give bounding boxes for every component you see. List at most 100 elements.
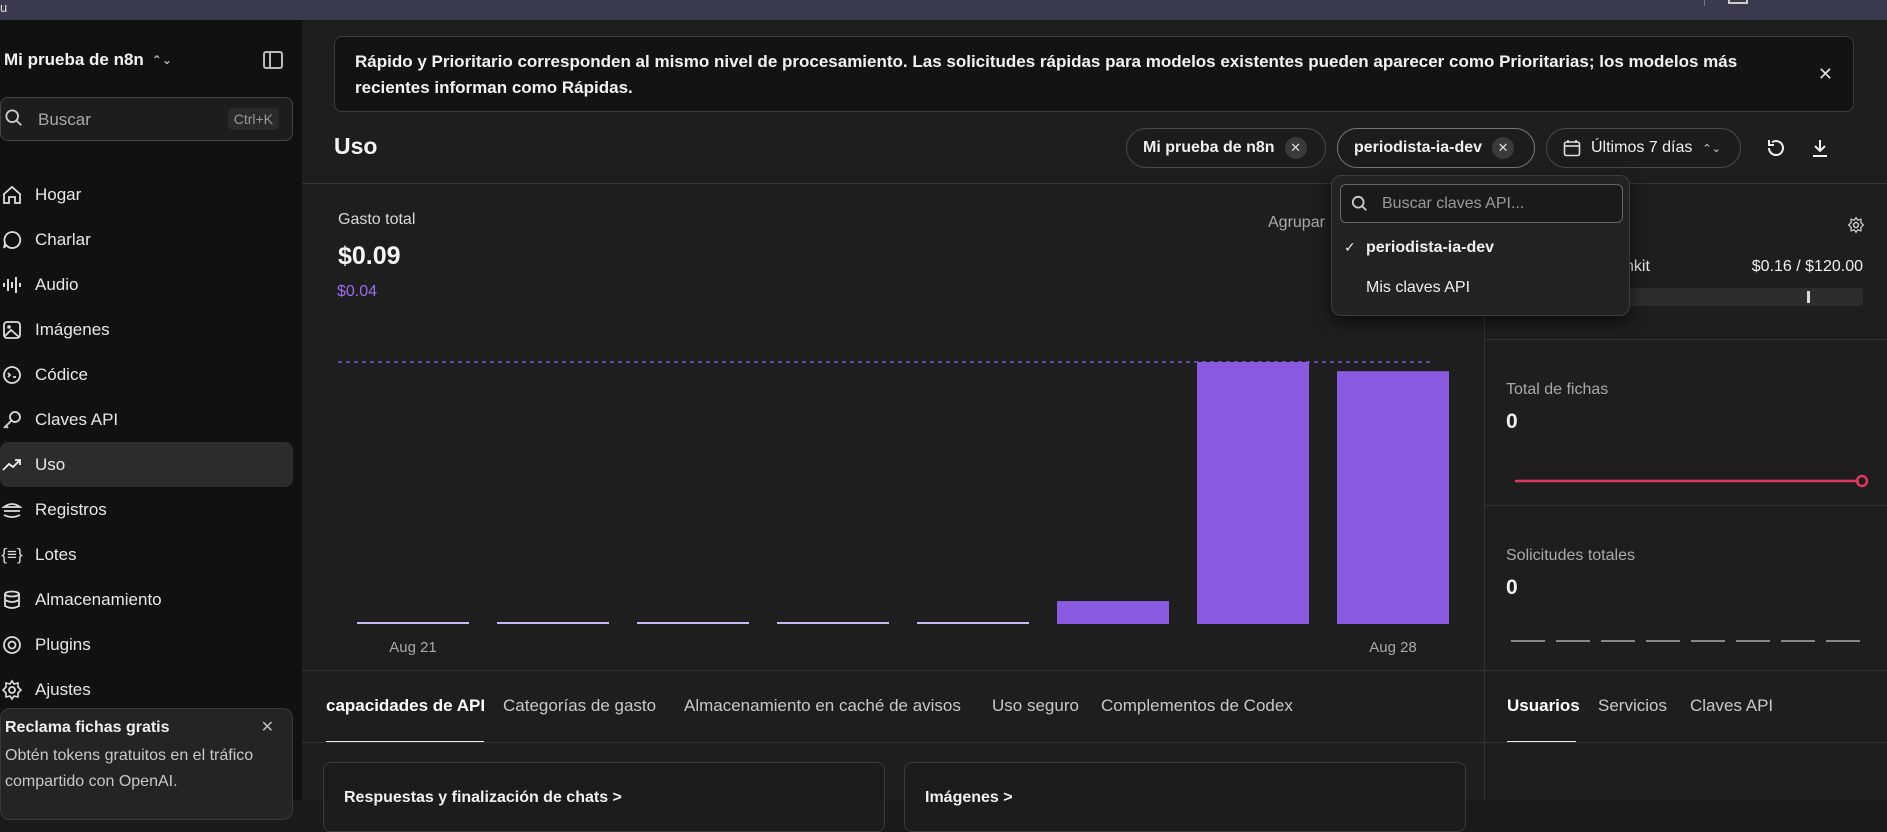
gear-icon <box>1 679 23 700</box>
search-placeholder: Buscar <box>38 110 91 129</box>
spend-bar-chart: Aug 21 Aug 28 <box>338 361 1449 656</box>
dropdown-option[interactable]: Mis claves API <box>1344 279 1470 297</box>
bar-aug-27[interactable] <box>1197 362 1309 624</box>
refresh-icon <box>1767 140 1784 157</box>
tab-capacidades-api[interactable]: capacidades de API <box>326 696 485 716</box>
sidebar-item-ajustes[interactable]: Ajustes <box>0 667 293 712</box>
banner-text: Rápido y Prioritario corresponden al mis… <box>355 52 1738 97</box>
download-icon <box>1813 140 1827 157</box>
info-banner: Rápido y Prioritario corresponden al mis… <box>334 36 1854 112</box>
api-key-search-input[interactable]: Buscar claves API... <box>1340 184 1623 223</box>
project-switcher[interactable]: Mi prueba de n8n ⌃⌄ <box>4 50 172 70</box>
chevron-updown-icon: ⌃⌄ <box>1702 142 1721 155</box>
tab-cache-avisos[interactable]: Almacenamiento en caché de avisos <box>684 696 961 716</box>
chip-label: Mi prueba de n8n <box>1143 139 1275 156</box>
promo-card: Reclama fichas gratis Obtén tokens gratu… <box>0 708 293 820</box>
sidebar-item-imagenes[interactable]: Imágenes <box>0 307 293 352</box>
sidebar-item-charlar[interactable]: Charlar <box>0 217 293 262</box>
sidebar-item-label: Audio <box>35 274 79 294</box>
panel-divider <box>1485 505 1887 506</box>
sidebar-item-label: Almacenamiento <box>35 589 162 609</box>
plugin-icon <box>3 635 21 654</box>
project-name: Mi prueba de n8n <box>4 50 144 69</box>
sidebar-item-hogar[interactable]: Hogar <box>0 172 293 217</box>
check-icon: ✓ <box>1344 239 1356 255</box>
titlebar-glyph: u <box>0 0 8 15</box>
responses-card[interactable]: Respuestas y finalización de chats > <box>323 762 885 832</box>
braces-icon: {≡} <box>1 544 23 564</box>
api-key-filter-chip[interactable]: periodista-ia-dev ✕ <box>1337 128 1535 168</box>
tab-claves-api[interactable]: Claves API <box>1690 696 1773 716</box>
sidebar-item-lotes[interactable]: {≡} Lotes <box>0 532 293 577</box>
group-by-button[interactable]: Agrupar <box>1268 214 1325 232</box>
sidebar: Mi prueba de n8n ⌃⌄ Buscar Ctrl+K Hogar … <box>0 20 302 820</box>
search-placeholder: Buscar claves API... <box>1382 195 1525 212</box>
sidebar-search[interactable]: Buscar Ctrl+K <box>0 97 293 141</box>
tab-servicios[interactable]: Servicios <box>1598 696 1667 716</box>
total-spend-value: $0.09 <box>338 242 401 270</box>
date-range-picker[interactable]: Últimos 7 días ⌃⌄ <box>1546 128 1741 168</box>
sidebar-item-plugins[interactable]: Plugins <box>0 622 293 667</box>
sidebar-item-audio[interactable]: Audio <box>0 262 293 307</box>
x-tick-label: Aug 21 <box>389 639 437 656</box>
image-icon <box>3 320 21 339</box>
sidebar-item-label: Códice <box>35 364 88 384</box>
bar-aug-21[interactable] <box>357 622 469 624</box>
tokens-value: 0 <box>1506 410 1518 433</box>
panel-divider <box>1485 339 1887 340</box>
tab-uso-seguro[interactable]: Uso seguro <box>992 696 1079 716</box>
bar-aug-23[interactable] <box>637 622 749 624</box>
bar-aug-24[interactable] <box>777 622 889 624</box>
sidebar-item-label: Imágenes <box>35 319 110 339</box>
sidebar-item-label: Plugins <box>35 634 91 654</box>
bar-aug-25[interactable] <box>917 622 1029 624</box>
sidebar-item-uso[interactable]: Uso <box>0 442 293 487</box>
bar-aug-26[interactable] <box>1057 601 1169 624</box>
dropdown-option[interactable]: ✓ periodista-ia-dev <box>1344 239 1494 257</box>
refresh-button[interactable] <box>1762 134 1790 162</box>
sidebar-item-claves-api[interactable]: Claves API <box>0 397 293 442</box>
spend-chart-panel: Gasto total $0.09 $0.04 Agrupar Aug 21 Au… <box>302 184 1485 670</box>
chevron-updown-icon: ⌃⌄ <box>151 53 172 67</box>
main-content: Rápido y Prioritario corresponden al mis… <box>302 20 1887 832</box>
tabs-divider <box>302 742 1887 743</box>
audio-icon <box>3 276 21 293</box>
option-label: Mis claves API <box>1366 279 1471 296</box>
close-icon[interactable]: ✕ <box>261 717 274 737</box>
gear-icon[interactable] <box>1847 216 1865 234</box>
close-icon[interactable]: ✕ <box>1818 61 1833 87</box>
promo-body: Obtén tokens gratuitos en el tráfico com… <box>5 747 254 790</box>
close-icon[interactable]: ✕ <box>1492 137 1515 159</box>
download-button[interactable] <box>1806 134 1834 162</box>
project-filter-chip[interactable]: Mi prueba de n8n ✕ <box>1126 128 1326 168</box>
window-titlebar: u <box>0 0 1887 20</box>
sidebar-item-registros[interactable]: Registros <box>0 487 293 532</box>
search-shortcut: Ctrl+K <box>227 108 279 130</box>
api-key-dropdown: Buscar claves API... ✓ periodista-ia-dev … <box>1331 175 1630 316</box>
sidebar-item-label: Lotes <box>35 544 77 564</box>
codex-icon <box>3 365 21 384</box>
close-icon[interactable]: ✕ <box>1284 137 1307 159</box>
requests-value: 0 <box>1506 576 1518 599</box>
sidebar-item-label: Uso <box>35 454 66 474</box>
tab-complementos-codex[interactable]: Complementos de Codex <box>1101 696 1293 716</box>
sidebar-item-label: Charlar <box>35 229 91 249</box>
titlebar-separator <box>1704 0 1705 6</box>
tab-usuarios[interactable]: Usuarios <box>1507 696 1580 716</box>
trend-icon <box>2 458 21 471</box>
x-tick-label: Aug 28 <box>1369 639 1417 656</box>
images-card[interactable]: Imágenes > <box>904 762 1466 832</box>
window-button-icon[interactable] <box>1728 0 1748 4</box>
bar-aug-22[interactable] <box>497 622 609 624</box>
requests-label: Solicitudes totales <box>1506 547 1635 564</box>
sidebar-toggle-icon[interactable] <box>263 51 283 69</box>
total-spend-label: Gasto total <box>338 211 416 228</box>
bar-aug-28[interactable] <box>1337 371 1449 624</box>
tab-categorias-gasto[interactable]: Categorías de gasto <box>503 696 656 716</box>
promo-title: Reclama fichas gratis <box>5 719 170 736</box>
chat-icon <box>3 230 22 249</box>
sidebar-item-almacenamiento[interactable]: Almacenamiento <box>0 577 293 622</box>
tabs-divider <box>302 670 1887 671</box>
sidebar-item-label: Claves API <box>35 409 119 429</box>
sidebar-item-codice[interactable]: Códice <box>0 352 293 397</box>
